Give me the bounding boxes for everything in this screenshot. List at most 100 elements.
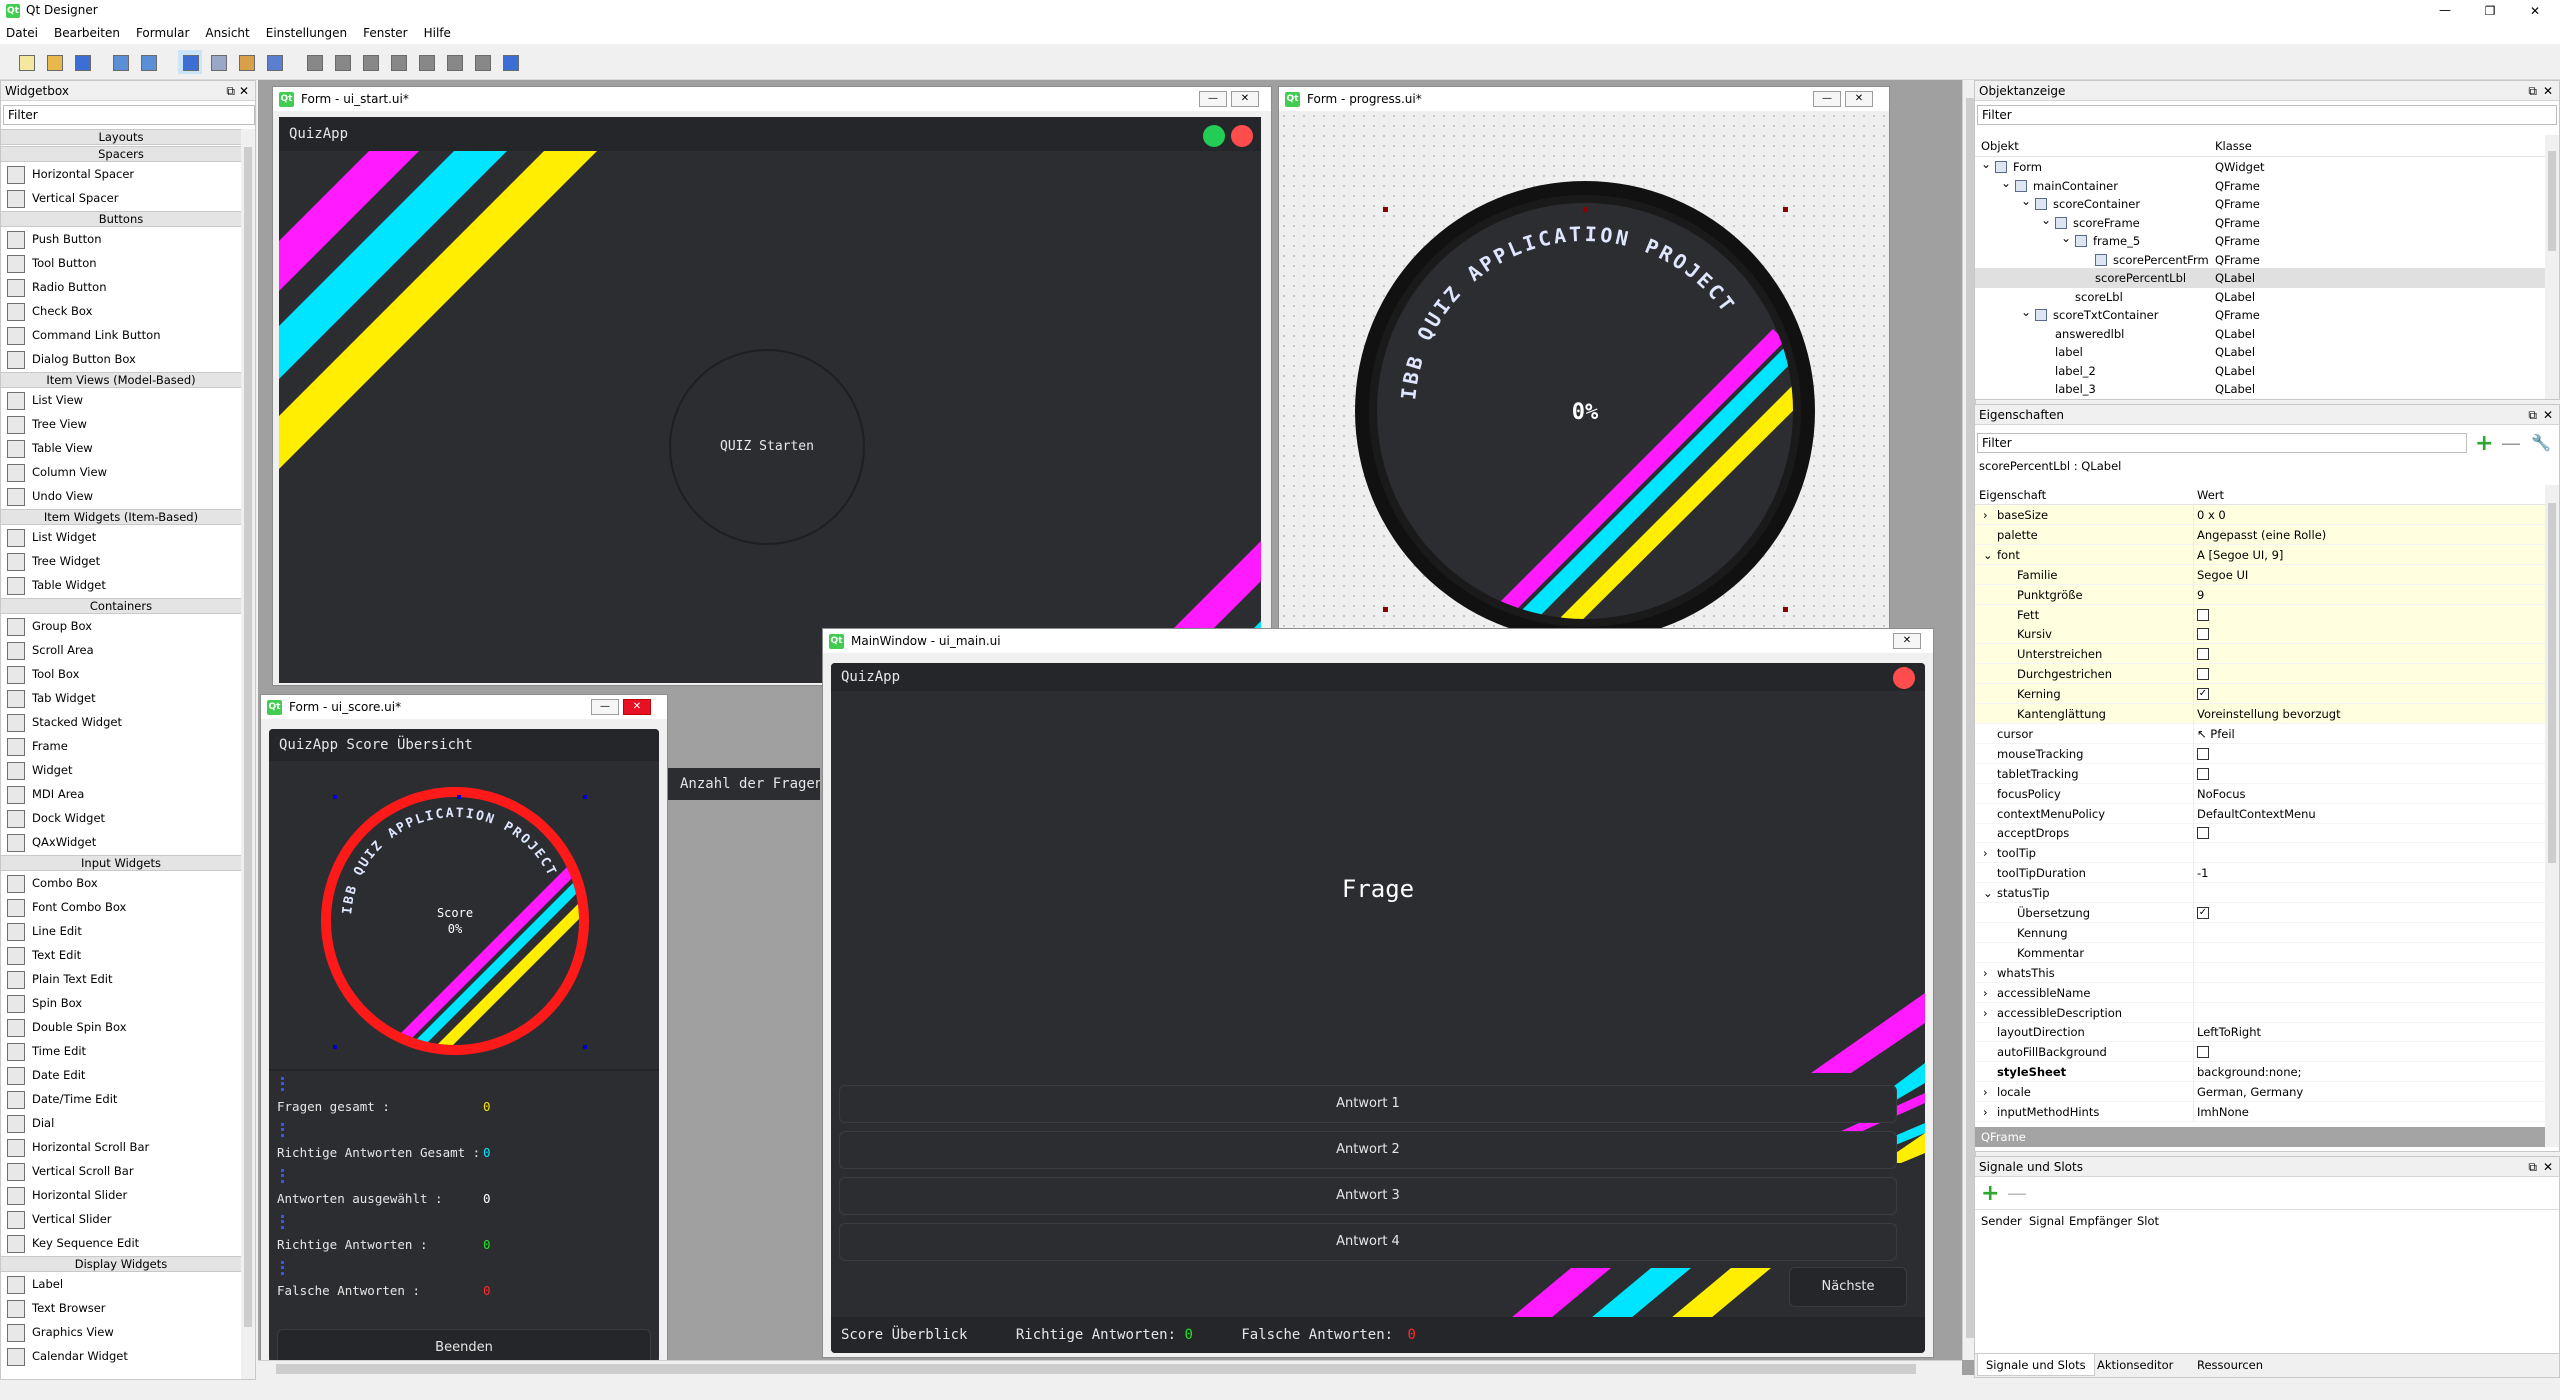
maximize-icon[interactable]: ❐ xyxy=(2475,0,2505,22)
float-icon[interactable]: ⧉ xyxy=(2528,405,2537,425)
close-dock-icon[interactable]: ✕ xyxy=(239,81,249,101)
selection-handle[interactable] xyxy=(333,1045,337,1049)
menu-ansicht[interactable]: Ansicht xyxy=(205,26,249,40)
edit-buddies-icon[interactable] xyxy=(234,50,258,74)
selection-handle[interactable] xyxy=(1583,207,1588,212)
selection-handle[interactable] xyxy=(583,1045,587,1049)
widget-item[interactable]: Calendar Widget xyxy=(7,1345,128,1367)
expand-arrow-icon[interactable]: ⌄ xyxy=(2061,228,2071,248)
subwindow-progress[interactable]: Qt Form - progress.ui* — ✕ IBB QUIZ APPLI… xyxy=(1278,86,1890,718)
next-button[interactable]: Nächste xyxy=(1789,1267,1907,1307)
close-icon[interactable]: ✕ xyxy=(1893,633,1921,649)
widget-item[interactable]: Vertical Slider xyxy=(7,1208,112,1230)
widget-item[interactable]: Column View xyxy=(7,461,107,483)
start-quiz-button[interactable]: QUIZ Starten xyxy=(669,349,865,545)
widget-item[interactable]: Dock Widget xyxy=(7,807,105,829)
property-row[interactable]: › whatsThis xyxy=(1975,962,2545,983)
widgetbox-category[interactable]: Item Widgets (Item-Based) xyxy=(1,509,241,525)
property-row[interactable]: Kennung xyxy=(1975,922,2545,943)
expand-arrow-icon[interactable]: › xyxy=(1983,1003,1988,1023)
add-connection-icon[interactable]: + xyxy=(1981,1181,1999,1206)
menu-fenster[interactable]: Fenster xyxy=(363,26,408,40)
widget-item[interactable]: Group Box xyxy=(7,615,92,637)
minimize-icon[interactable]: — xyxy=(1813,91,1841,107)
widget-item[interactable]: Radio Button xyxy=(7,276,107,298)
widget-item[interactable]: Tree Widget xyxy=(7,550,100,572)
answer-button[interactable]: Antwort 4 xyxy=(839,1223,1897,1261)
property-row[interactable]: Kerning ✓ xyxy=(1975,684,2545,705)
property-row[interactable]: ⌄ statusTip xyxy=(1975,883,2545,904)
expand-arrow-icon[interactable]: ⌄ xyxy=(2001,173,2011,193)
widget-item[interactable]: Stacked Widget xyxy=(7,711,122,733)
edit-widgets-icon[interactable] xyxy=(178,50,202,74)
expand-arrow-icon[interactable]: › xyxy=(1983,963,1988,983)
mdi-horizontal-scrollbar[interactable] xyxy=(258,1360,1962,1376)
selection-handle[interactable] xyxy=(1383,207,1388,212)
float-icon[interactable]: ⧉ xyxy=(2528,1157,2537,1177)
object-row[interactable]: scoreLbl QLabel xyxy=(1975,287,2545,307)
widget-item[interactable]: Widget xyxy=(7,759,73,781)
expand-arrow-icon[interactable]: › xyxy=(1983,505,1988,525)
menu-bearbeiten[interactable]: Bearbeiten xyxy=(54,26,120,40)
subwindow-ui-start[interactable]: Qt Form - ui_start.ui* — ✕ QuizApp QUIZ S… xyxy=(272,86,1272,686)
break-layout-icon[interactable] xyxy=(470,50,494,74)
widget-item[interactable]: Time Edit xyxy=(7,1040,86,1062)
property-checkbox[interactable]: ✓ xyxy=(2197,688,2209,701)
property-row[interactable]: autoFillBackground xyxy=(1975,1042,2545,1063)
widget-item[interactable]: Dial xyxy=(7,1112,54,1134)
layout-h-splitter-icon[interactable] xyxy=(358,50,382,74)
property-row[interactable]: Fett xyxy=(1975,604,2545,625)
widgetbox-category[interactable]: Display Widgets xyxy=(1,1256,241,1272)
float-icon[interactable]: ⧉ xyxy=(2528,81,2537,101)
widget-item[interactable]: Tool Button xyxy=(7,252,97,274)
property-checkbox[interactable] xyxy=(2197,628,2209,641)
close-icon[interactable]: ✕ xyxy=(2520,0,2550,22)
selection-handle[interactable] xyxy=(1383,607,1388,612)
minimize-icon[interactable]: — xyxy=(591,699,619,715)
copy-icon[interactable] xyxy=(108,50,132,74)
property-checkbox[interactable] xyxy=(2197,767,2209,780)
expand-arrow-icon[interactable]: ⌄ xyxy=(1981,157,1991,174)
property-row[interactable]: Kursiv xyxy=(1975,624,2545,645)
widget-item[interactable]: Table Widget xyxy=(7,574,106,596)
widgetbox-scrollbar[interactable] xyxy=(241,129,255,1379)
selection-handle[interactable] xyxy=(333,795,337,799)
object-row[interactable]: label_3 QLabel xyxy=(1975,379,2545,397)
property-checkbox[interactable] xyxy=(2197,608,2209,621)
widget-item[interactable]: Double Spin Box xyxy=(7,1016,127,1038)
dock-tab[interactable]: Signale und Slots xyxy=(1977,1354,2095,1376)
property-filter-input[interactable]: Filter xyxy=(1977,433,2467,453)
property-row[interactable]: contextMenuPolicy DefaultContextMenu xyxy=(1975,803,2545,824)
expand-arrow-icon[interactable]: › xyxy=(1983,983,1988,1003)
configure-icon[interactable]: 🔧 xyxy=(2531,433,2551,452)
object-row[interactable]: answeredlbl QLabel xyxy=(1975,324,2545,344)
adjust-size-icon[interactable] xyxy=(498,50,522,74)
layout-vertical-icon[interactable] xyxy=(330,50,354,74)
quit-button[interactable]: Beenden xyxy=(277,1329,651,1363)
widget-item[interactable]: List View xyxy=(7,389,83,411)
close-icon[interactable]: ✕ xyxy=(623,699,651,715)
widget-item[interactable]: Plain Text Edit xyxy=(7,968,113,990)
widget-item[interactable]: Frame xyxy=(7,735,68,757)
selection-handle[interactable] xyxy=(1783,607,1788,612)
widget-item[interactable]: Graphics View xyxy=(7,1321,114,1343)
property-row[interactable]: Übersetzung ✓ xyxy=(1975,903,2545,923)
float-icon[interactable]: ⧉ xyxy=(226,81,235,101)
menu-formular[interactable]: Formular xyxy=(136,26,189,40)
minimize-icon[interactable]: — xyxy=(1199,91,1227,107)
property-row[interactable]: Durchgestrichen xyxy=(1975,664,2545,685)
widgetbox-category[interactable]: Buttons xyxy=(1,211,241,227)
save-icon[interactable] xyxy=(70,50,94,74)
property-row[interactable]: › accessibleDescription xyxy=(1975,1002,2545,1023)
new-file-icon[interactable] xyxy=(14,50,38,74)
property-row[interactable]: layoutDirection LeftToRight xyxy=(1975,1022,2545,1043)
menu-hilfe[interactable]: Hilfe xyxy=(424,26,451,40)
selection-handle[interactable] xyxy=(457,795,461,799)
widget-item[interactable]: Spin Box xyxy=(7,992,82,1014)
minimize-icon[interactable]: — xyxy=(2430,0,2460,22)
widget-item[interactable]: Key Sequence Edit xyxy=(7,1232,139,1254)
widget-item[interactable]: Horizontal Scroll Bar xyxy=(7,1136,149,1158)
widget-item[interactable]: Tool Box xyxy=(7,663,79,685)
object-row[interactable]: label QLabel xyxy=(1975,342,2545,362)
expand-arrow-icon[interactable]: ⌄ xyxy=(1983,883,1993,903)
